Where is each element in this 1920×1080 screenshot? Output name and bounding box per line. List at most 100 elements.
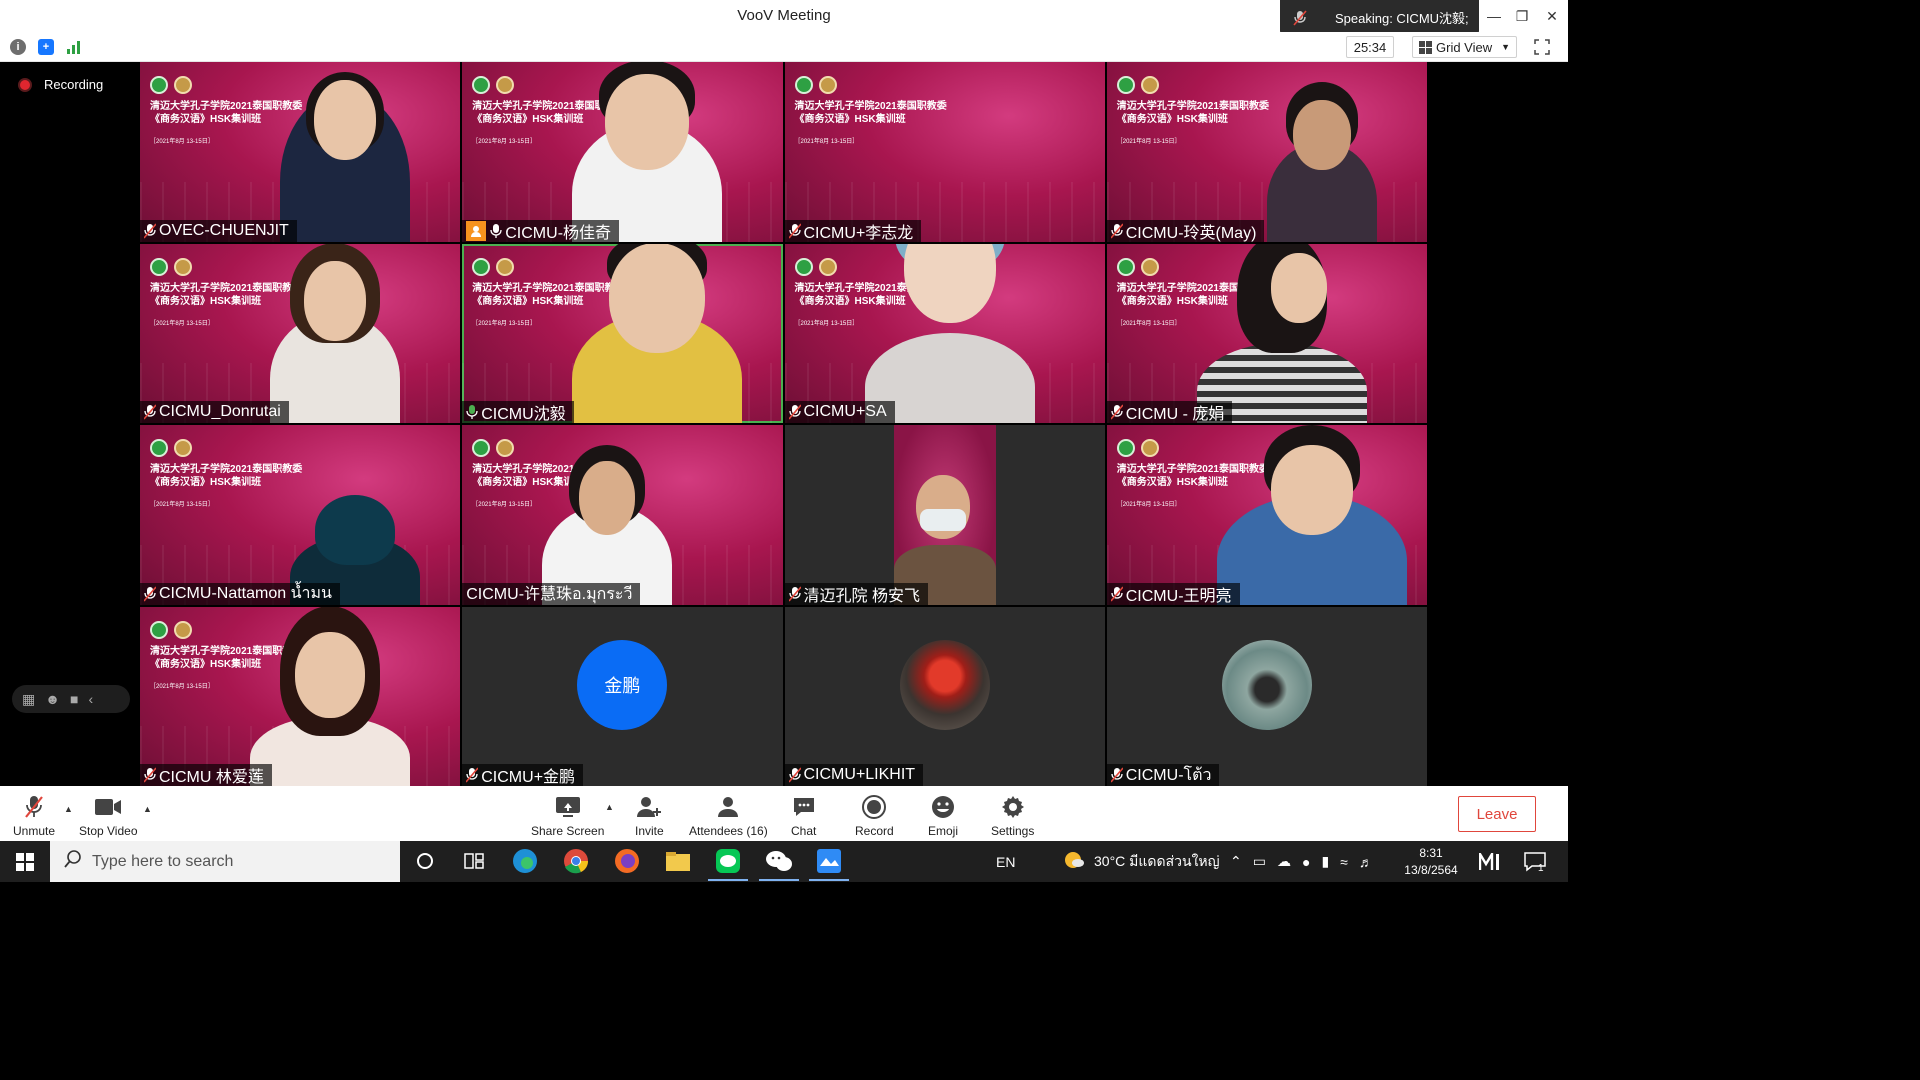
participant-tile[interactable]: 清迈孔院 杨安飞 (784, 425, 1105, 605)
wifi-icon[interactable]: ≈ (1340, 854, 1348, 870)
participant-tile[interactable]: CICMU-โต้ว (1106, 606, 1427, 786)
microphone-muted-icon (144, 222, 156, 239)
wechat-app-icon[interactable] (759, 847, 799, 881)
participant-name: CICMU-许慧珠อ.มุกระวี (466, 586, 633, 603)
share-screen-button[interactable]: Share Screen (531, 795, 604, 838)
settings-button[interactable]: Settings (991, 795, 1034, 838)
emoji-icon (931, 795, 955, 819)
language-indicator[interactable]: EN (996, 841, 1015, 882)
share-screen-icon (555, 795, 581, 819)
taskbar-search-box[interactable]: Type here to search (50, 841, 400, 882)
emoji-button[interactable]: Emoji (928, 795, 958, 838)
avatar (1221, 639, 1312, 730)
school-logo-icon (150, 620, 168, 639)
voov-meeting-app-icon[interactable] (809, 847, 849, 881)
participant-tile[interactable]: 清迈大学孔子学院2021泰国职教委 《商务汉语》HSK集训班 ［2021年8月 13… (784, 62, 1105, 242)
participant-tile[interactable]: 清迈大学孔子学院2021泰国职教委 《商务汉语》HSK集训班 ［2021年8月 13… (1106, 62, 1427, 242)
share-options-caret-icon[interactable]: ▲ (605, 802, 614, 812)
institute-logo-icon (496, 439, 515, 457)
onedrive-cloud-icon[interactable]: ☁ (1277, 853, 1291, 870)
speaking-indicator: Speaking: CICMU沈毅; (1280, 0, 1479, 35)
unmute-button[interactable]: Unmute (13, 795, 55, 838)
volume-icon[interactable]: ♬ (1359, 854, 1373, 870)
school-logo-icon (150, 76, 168, 94)
view-mode-label: Grid View (1436, 39, 1493, 55)
record-button[interactable]: Record (855, 795, 894, 838)
participant-name-tag: CICMU-王明亮 (1106, 582, 1240, 605)
chevron-left-icon[interactable]: ‹ (88, 691, 93, 707)
weather-widget[interactable]: 30°C มีแดดส่วนใหญ่ (1064, 841, 1220, 882)
participant-tile[interactable]: 金鹏 CICMU+金鹏 (462, 606, 783, 786)
participant-tile-active-speaker[interactable]: 清迈大学孔子学院2021泰国职教委 《商务汉语》HSK集训班 ［2021年8月 13… (462, 243, 783, 423)
cortana-icon[interactable] (411, 847, 439, 875)
close-icon[interactable]: ✕ (1542, 6, 1562, 26)
show-hidden-icons-chevron-icon[interactable]: ⌃ (1230, 853, 1242, 870)
banner-logos (150, 620, 192, 639)
line-app-icon[interactable] (708, 847, 748, 881)
microphone-tray-icon[interactable]: ● (1302, 854, 1310, 870)
pinned-m-icon[interactable] (1479, 841, 1501, 882)
participant-name: CICMU - 庞娟 (1125, 406, 1225, 423)
participant-tile[interactable]: 清迈大学孔子学院2021泰国职教委 《商务汉语》HSK集训班 ［2021年8月 13… (140, 425, 461, 605)
participant-name-tag: CICMU+李志龙 (784, 219, 922, 242)
banner-logos (150, 439, 192, 457)
invite-button[interactable]: Invite (635, 795, 664, 838)
participant-name-tag: CICMU+SA (784, 401, 895, 423)
participant-tile[interactable]: CICMU+LIKHIT (784, 606, 1105, 786)
signal-strength-icon[interactable] (66, 39, 82, 55)
minimize-icon[interactable]: — (1484, 6, 1504, 26)
grid-view-icon (1419, 40, 1432, 54)
participant-name: CICMU-王明亮 (1125, 587, 1232, 605)
participant-name-tag: CICMU沈毅 (462, 401, 574, 423)
stop-video-button[interactable]: Stop Video (79, 795, 138, 838)
participant-name: CICMU-杨佳奇 (505, 224, 612, 242)
banner-logos (150, 76, 192, 94)
file-explorer-icon[interactable] (664, 847, 692, 875)
weather-sun-icon (1064, 851, 1084, 872)
device-icon[interactable]: ▭ (1253, 853, 1266, 870)
participant-tile[interactable]: 清迈大学孔子学院2021泰国职教委 《商务汉语》HSK集训班 ［2021年8月 13… (140, 243, 461, 423)
institute-logo-icon (1140, 439, 1159, 457)
host-icon (466, 220, 487, 241)
leave-button[interactable]: Leave (1458, 796, 1536, 832)
info-icon[interactable]: i (10, 39, 26, 55)
participant-tile[interactable]: 清迈大学孔子学院2021泰国职教委 《商务汉语》HSK集训班 ［2021年8月 13… (462, 425, 783, 605)
participant-name-tag: CICMU 林爱莲 (140, 764, 272, 786)
audio-options-caret-icon[interactable]: ▲ (64, 804, 73, 814)
institute-logo-icon (1140, 76, 1159, 94)
speaking-label: Speaking: CICMU沈毅; (1335, 11, 1469, 26)
participant-tile[interactable]: 清迈大学孔子学院2021泰国职教委 《商务汉语》HSK集训班 ［2021年8月 13… (140, 62, 461, 242)
notifications-icon[interactable]: 1 (1524, 841, 1546, 882)
participant-tile[interactable]: 清迈大学孔子学院2021泰国职教委 《商务汉语》HSK集训班 ［2021年8月 13… (784, 243, 1105, 423)
video-options-caret-icon[interactable]: ▲ (143, 804, 152, 814)
attendees-button[interactable]: Attendees (16) (689, 795, 768, 838)
restore-icon[interactable]: ❐ (1512, 6, 1532, 26)
institute-logo-icon (818, 76, 837, 94)
participant-tile[interactable]: 清迈大学孔子学院2021泰国职教委 《商务汉语》HSK集训班 ［2021年8月 13… (140, 606, 461, 786)
school-logo-icon (1116, 439, 1135, 457)
participant-tile[interactable]: 清迈大学孔子学院2021泰国职教委 《商务汉语》HSK集训班 ［2021年8月 13… (1106, 243, 1427, 423)
chat-icon (792, 795, 816, 819)
edge-browser-icon[interactable] (511, 847, 539, 875)
firefox-browser-icon[interactable] (613, 847, 641, 875)
chrome-browser-icon[interactable] (562, 847, 590, 875)
microphone-icon (490, 223, 502, 238)
fullscreen-icon[interactable] (1534, 39, 1550, 55)
windows-start-icon[interactable] (0, 841, 50, 882)
system-tray-icons: ⌃ ▭ ☁ ● ▮ ≈ ♬ (1230, 841, 1373, 882)
security-shield-icon[interactable]: + (38, 39, 54, 55)
institute-logo-icon (174, 257, 192, 276)
battery-icon[interactable]: ▮ (1321, 853, 1329, 870)
participant-tile[interactable]: 清迈大学孔子学院2021泰国职教委 《商务汉语》HSK集训班 ［2021年8月 13… (1106, 425, 1427, 605)
task-view-icon[interactable] (460, 847, 488, 875)
participant-tile[interactable]: 清迈大学孔子学院2021泰国职教委 《商务汉语》HSK集训班 ［2021年8月 13… (462, 62, 783, 242)
emoji-reaction-icon[interactable]: ☻ (45, 691, 60, 707)
clock[interactable]: 8:31 13/8/2564 (1399, 841, 1463, 882)
chat-bubble-icon[interactable]: ■ (70, 691, 78, 707)
view-mode-dropdown[interactable]: Grid View ▼ (1412, 36, 1517, 58)
participant-name: CICMU+李志龙 (803, 224, 914, 242)
recording-indicator: Recording (20, 77, 103, 92)
microphone-muted-icon (1110, 585, 1123, 602)
chat-button[interactable]: Chat (791, 795, 816, 838)
layout-icon[interactable]: ▦ (22, 691, 35, 708)
